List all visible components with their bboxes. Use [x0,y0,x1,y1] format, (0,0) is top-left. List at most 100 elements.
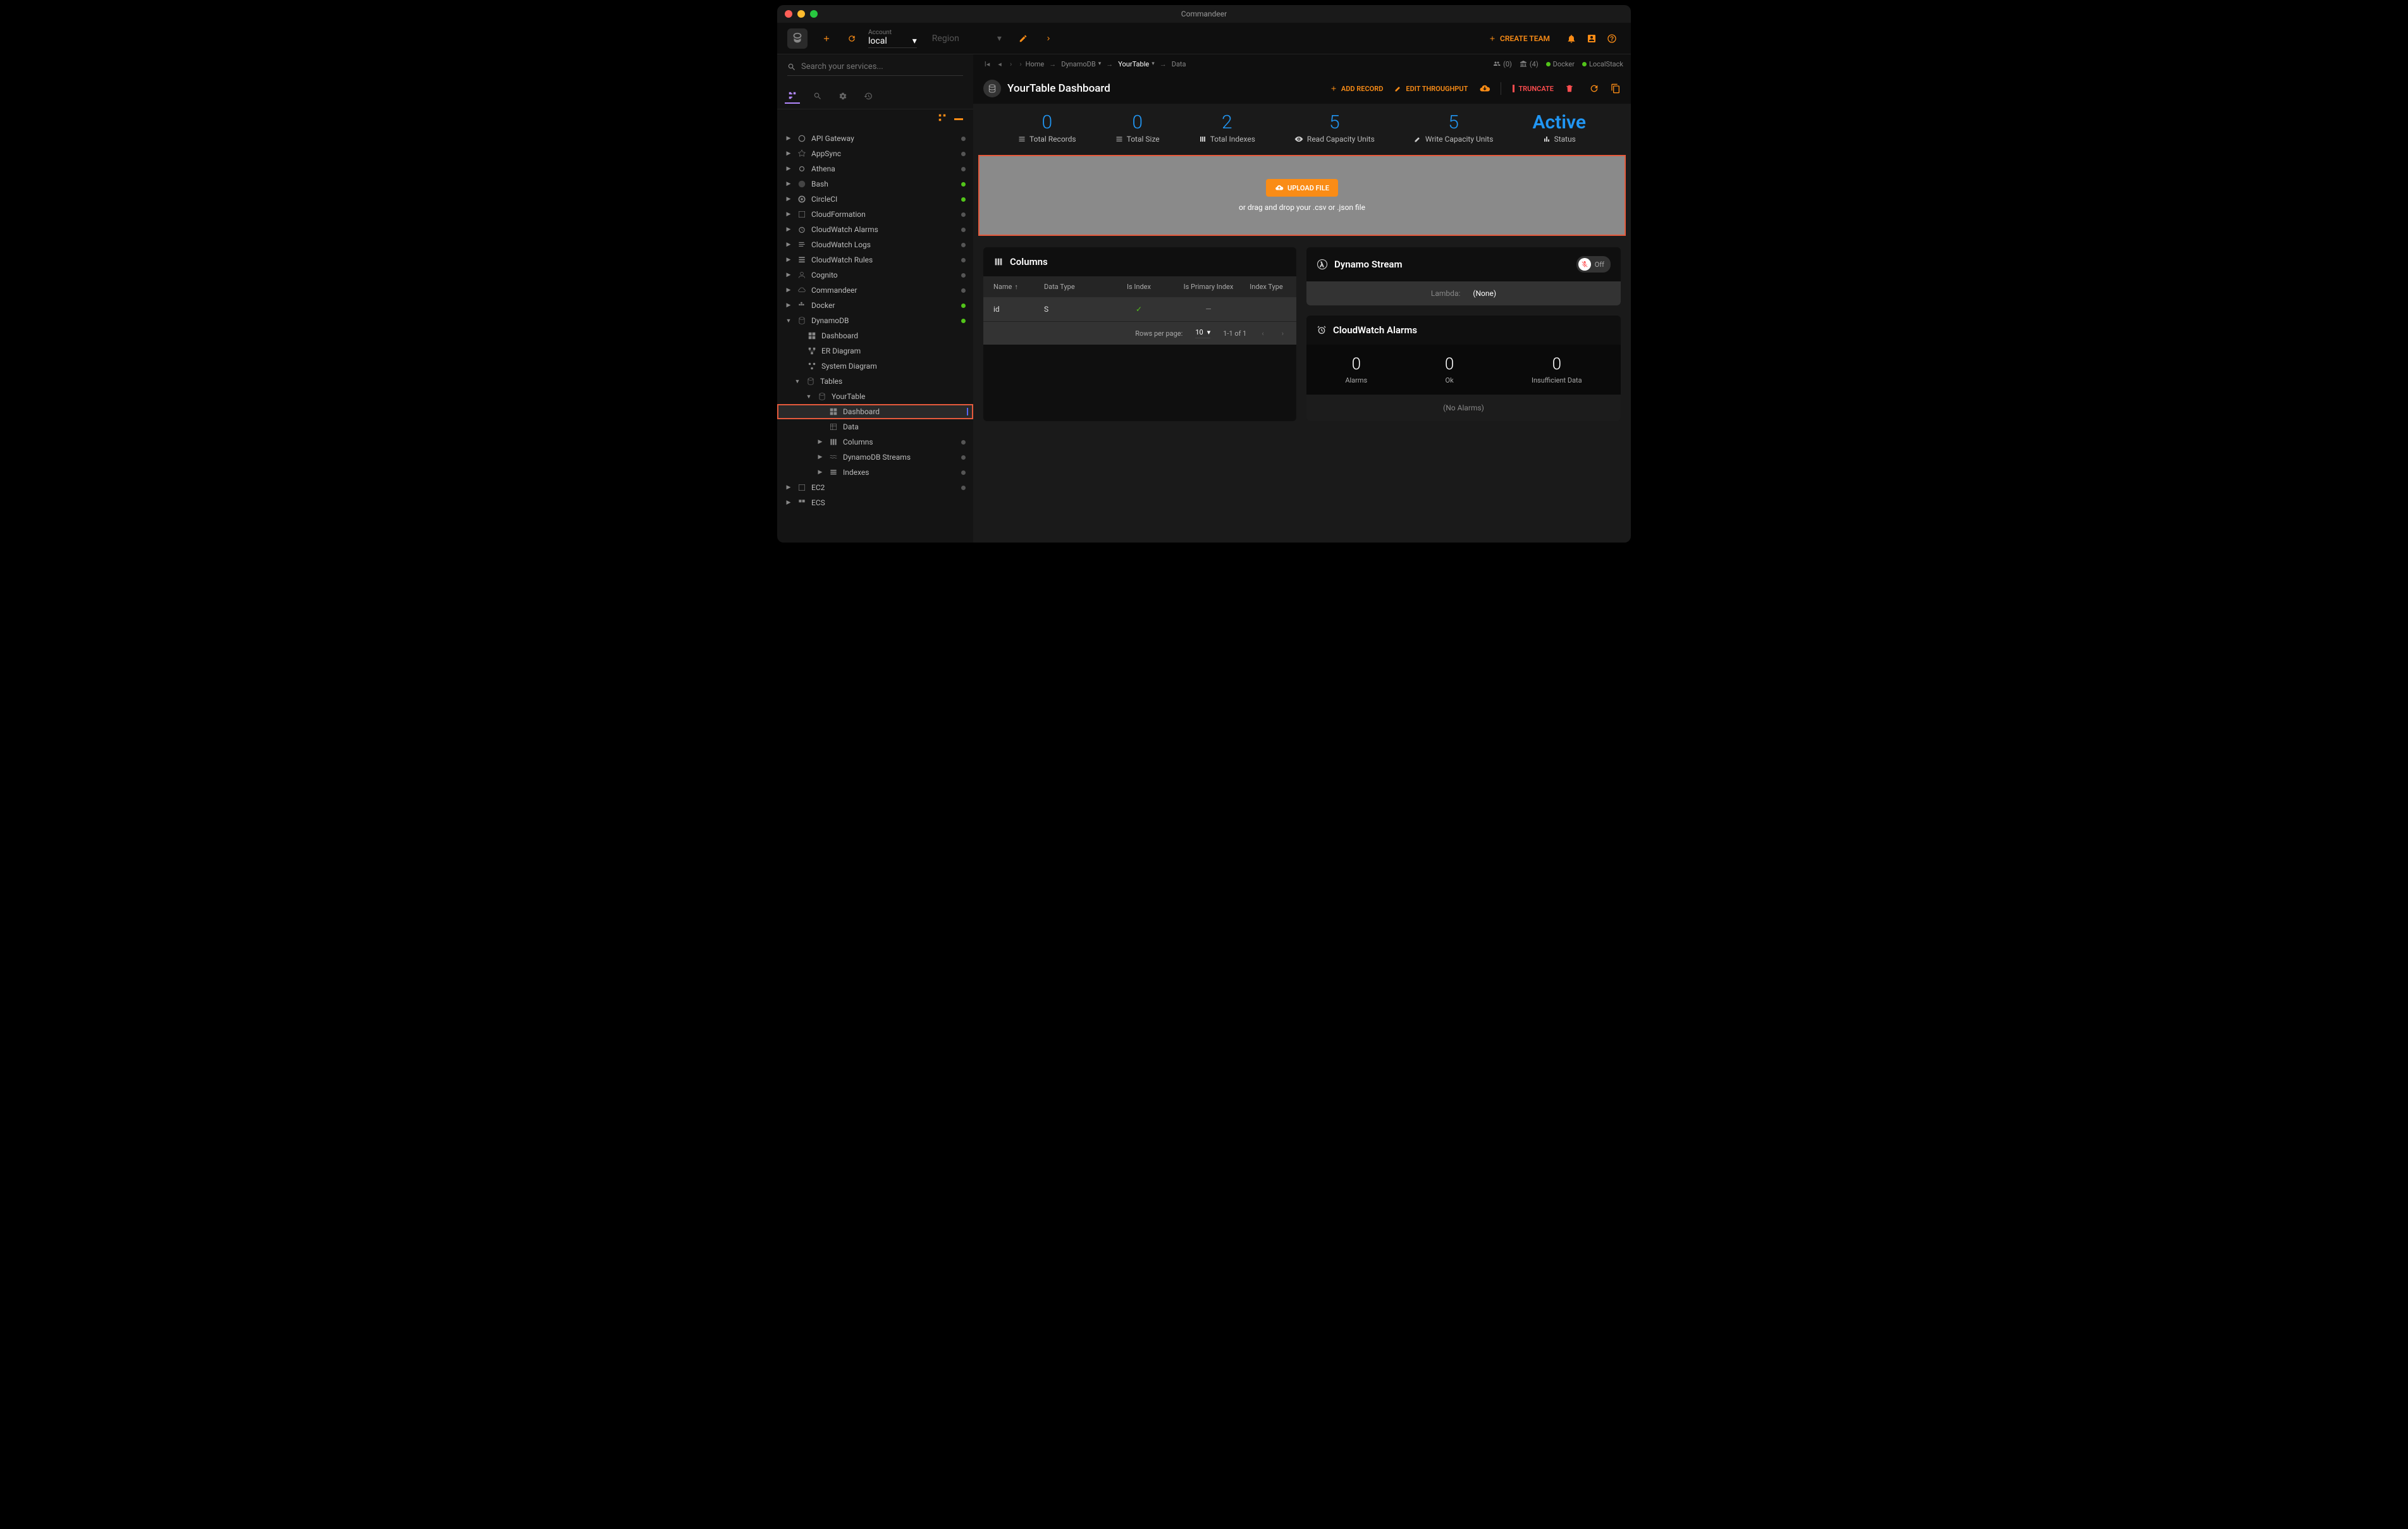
sidebar-tab-settings[interactable] [835,89,851,104]
tree-item-cloudwatch-alarms[interactable]: ▶CloudWatch Alarms [777,222,973,237]
tree-item-yourtable-dashboard[interactable]: Dashboard [777,404,973,419]
tree-icon[interactable] [938,113,947,125]
add-button[interactable] [818,30,835,47]
tree-item-yourtable-columns[interactable]: ▶Columns [777,434,973,450]
tree-item-yourtable-streams[interactable]: ▶DynamoDB Streams [777,450,973,465]
minimize-window-button[interactable] [797,10,805,18]
tree-item-appsync[interactable]: ▶AppSync [777,146,973,161]
no-alarms-text: (No Alarms) [1306,395,1621,421]
tree-item-docker[interactable]: ▶Docker [777,298,973,313]
tree-item-dynamodb-dashboard[interactable]: Dashboard [777,328,973,343]
edit-button[interactable] [1014,30,1032,47]
tree-item-ec2[interactable]: ▶EC2 [777,480,973,495]
app-logo[interactable] [787,28,808,49]
column-header-type[interactable]: Data Type [1044,283,1107,291]
notifications-button[interactable] [1563,30,1580,47]
region-selector[interactable]: Region ▾ [932,34,1002,44]
arrow-icon: → [1049,60,1056,68]
truncate-button[interactable]: TRUNCATE [1513,85,1554,93]
stats-row: 0 Total Records 0 Total Size 2 Total Ind… [973,104,1631,151]
tree-item-er-diagram[interactable]: ER Diagram [777,343,973,359]
tree-item-ecs[interactable]: ▶ECS [777,495,973,510]
tree-item-api-gateway[interactable]: ▶API Gateway [777,131,973,146]
search-field[interactable] [787,62,963,76]
check-icon: ✓ [1107,305,1170,314]
sidebar-tab-history[interactable] [861,89,876,104]
column-header-primary[interactable]: Is Primary Index [1170,283,1246,291]
refresh-button[interactable] [1589,83,1599,94]
cloud-upload-icon [1275,183,1284,192]
mic-off-icon [1581,261,1588,268]
upload-zone[interactable]: UPLOAD FILE or drag and drop your .csv o… [978,155,1626,236]
close-window-button[interactable] [785,10,792,18]
tree-item-bash[interactable]: ▶Bash [777,176,973,192]
add-record-button[interactable]: ADD RECORD [1330,85,1384,93]
status-docker: Docker [1546,60,1575,68]
upload-file-button[interactable]: UPLOAD FILE [1266,179,1338,197]
refresh-button[interactable] [843,30,861,47]
columns-card: Columns Name↑ Data Type Is Index Is Prim… [983,247,1296,421]
collapse-icon[interactable] [954,113,963,125]
tree-item-yourtable-indexes[interactable]: ▶Indexes [777,465,973,480]
tree-item-commandeer[interactable]: ▶Commandeer [777,283,973,298]
alarm-stat-alarms: 0Alarms [1345,355,1367,384]
help-button[interactable] [1603,30,1621,47]
chevron-down-icon: ▾ [997,34,1002,44]
card-title: Columns [1010,256,1048,267]
forward-button[interactable] [1040,30,1057,47]
next-page-button[interactable]: › [1279,329,1286,338]
tree-item-tables[interactable]: ▼Tables [777,374,973,389]
tree-item-yourtable[interactable]: ▼YourTable [777,389,973,404]
stat-read-capacity: 5 Read Capacity Units [1294,111,1375,144]
alarm-icon [1317,325,1327,335]
tree-item-dynamodb[interactable]: ▼DynamoDB [777,313,973,328]
table-header: Name↑ Data Type Is Index Is Primary Inde… [983,276,1296,297]
page-title: YourTable Dashboard [1007,82,1110,95]
breadcrumb-page[interactable]: Data [1172,60,1186,68]
service-tree: ▶API Gateway ▶AppSync ▶Athena ▶Bash ▶Cir… [777,128,973,543]
column-header-isindex[interactable]: Is Index [1107,283,1170,291]
column-header-indextype[interactable]: Index Type [1246,283,1286,291]
chevron-down-icon: ▾ [912,36,917,46]
copy-button[interactable] [1611,83,1621,94]
table-row[interactable]: id S ✓ — [983,297,1296,321]
edit-throughput-button[interactable]: EDIT THROUGHPUT [1394,85,1468,93]
breadcrumb-table[interactable]: YourTable [1118,60,1149,68]
prev-page-button[interactable]: ‹ [1259,329,1266,338]
column-header-name[interactable]: Name↑ [993,283,1044,291]
delete-button[interactable] [1565,84,1574,93]
maximize-window-button[interactable] [810,10,818,18]
breadcrumb-service[interactable]: DynamoDB [1061,60,1095,68]
alarm-stat-ok: 0Ok [1445,355,1454,384]
status-buildings: (4) [1520,60,1539,68]
stat-total-size: 0 Total Size [1115,111,1160,144]
dynamo-stream-card: Dynamo Stream Off Lambda: (None) [1306,247,1621,305]
rows-per-page-select[interactable]: 10▾ [1195,328,1210,338]
sidebar-tab-tree[interactable] [785,89,800,104]
tree-item-cloudformation[interactable]: ▶CloudFormation [777,207,973,222]
breadcrumb-home[interactable]: Home [1026,60,1045,68]
create-team-button[interactable]: CREATE TEAM [1489,34,1550,43]
tree-item-cloudwatch-rules[interactable]: ▶CloudWatch Rules [777,252,973,267]
tree-item-system-diagram[interactable]: System Diagram [777,359,973,374]
stream-toggle[interactable]: Off [1576,256,1611,273]
tree-item-cloudwatch-logs[interactable]: ▶CloudWatch Logs [777,237,973,252]
stat-total-indexes: 2 Total Indexes [1199,111,1255,144]
tree-item-cognito[interactable]: ▶Cognito [777,267,973,283]
account-button[interactable] [1583,30,1600,47]
breadcrumb-back[interactable]: ◂ [993,60,1006,68]
tree-item-yourtable-data[interactable]: Data [777,419,973,434]
search-input[interactable] [801,62,963,71]
titlebar: Commandeer [777,5,1631,23]
sidebar-tab-search[interactable] [810,89,825,104]
stat-write-capacity: 5 Write Capacity Units [1414,111,1494,144]
alarm-stat-insufficient: 0Insufficient Data [1532,355,1582,384]
card-title: Dynamo Stream [1334,259,1403,270]
account-value: local [868,36,887,46]
account-selector[interactable]: Account local ▾ [868,29,917,48]
tree-item-athena[interactable]: ▶Athena [777,161,973,176]
tree-item-circleci[interactable]: ▶CircleCI [777,192,973,207]
breadcrumb-first[interactable]: I◂ [981,60,993,68]
cloud-download-button[interactable] [1479,83,1490,94]
arrow-icon: → [1160,60,1167,68]
